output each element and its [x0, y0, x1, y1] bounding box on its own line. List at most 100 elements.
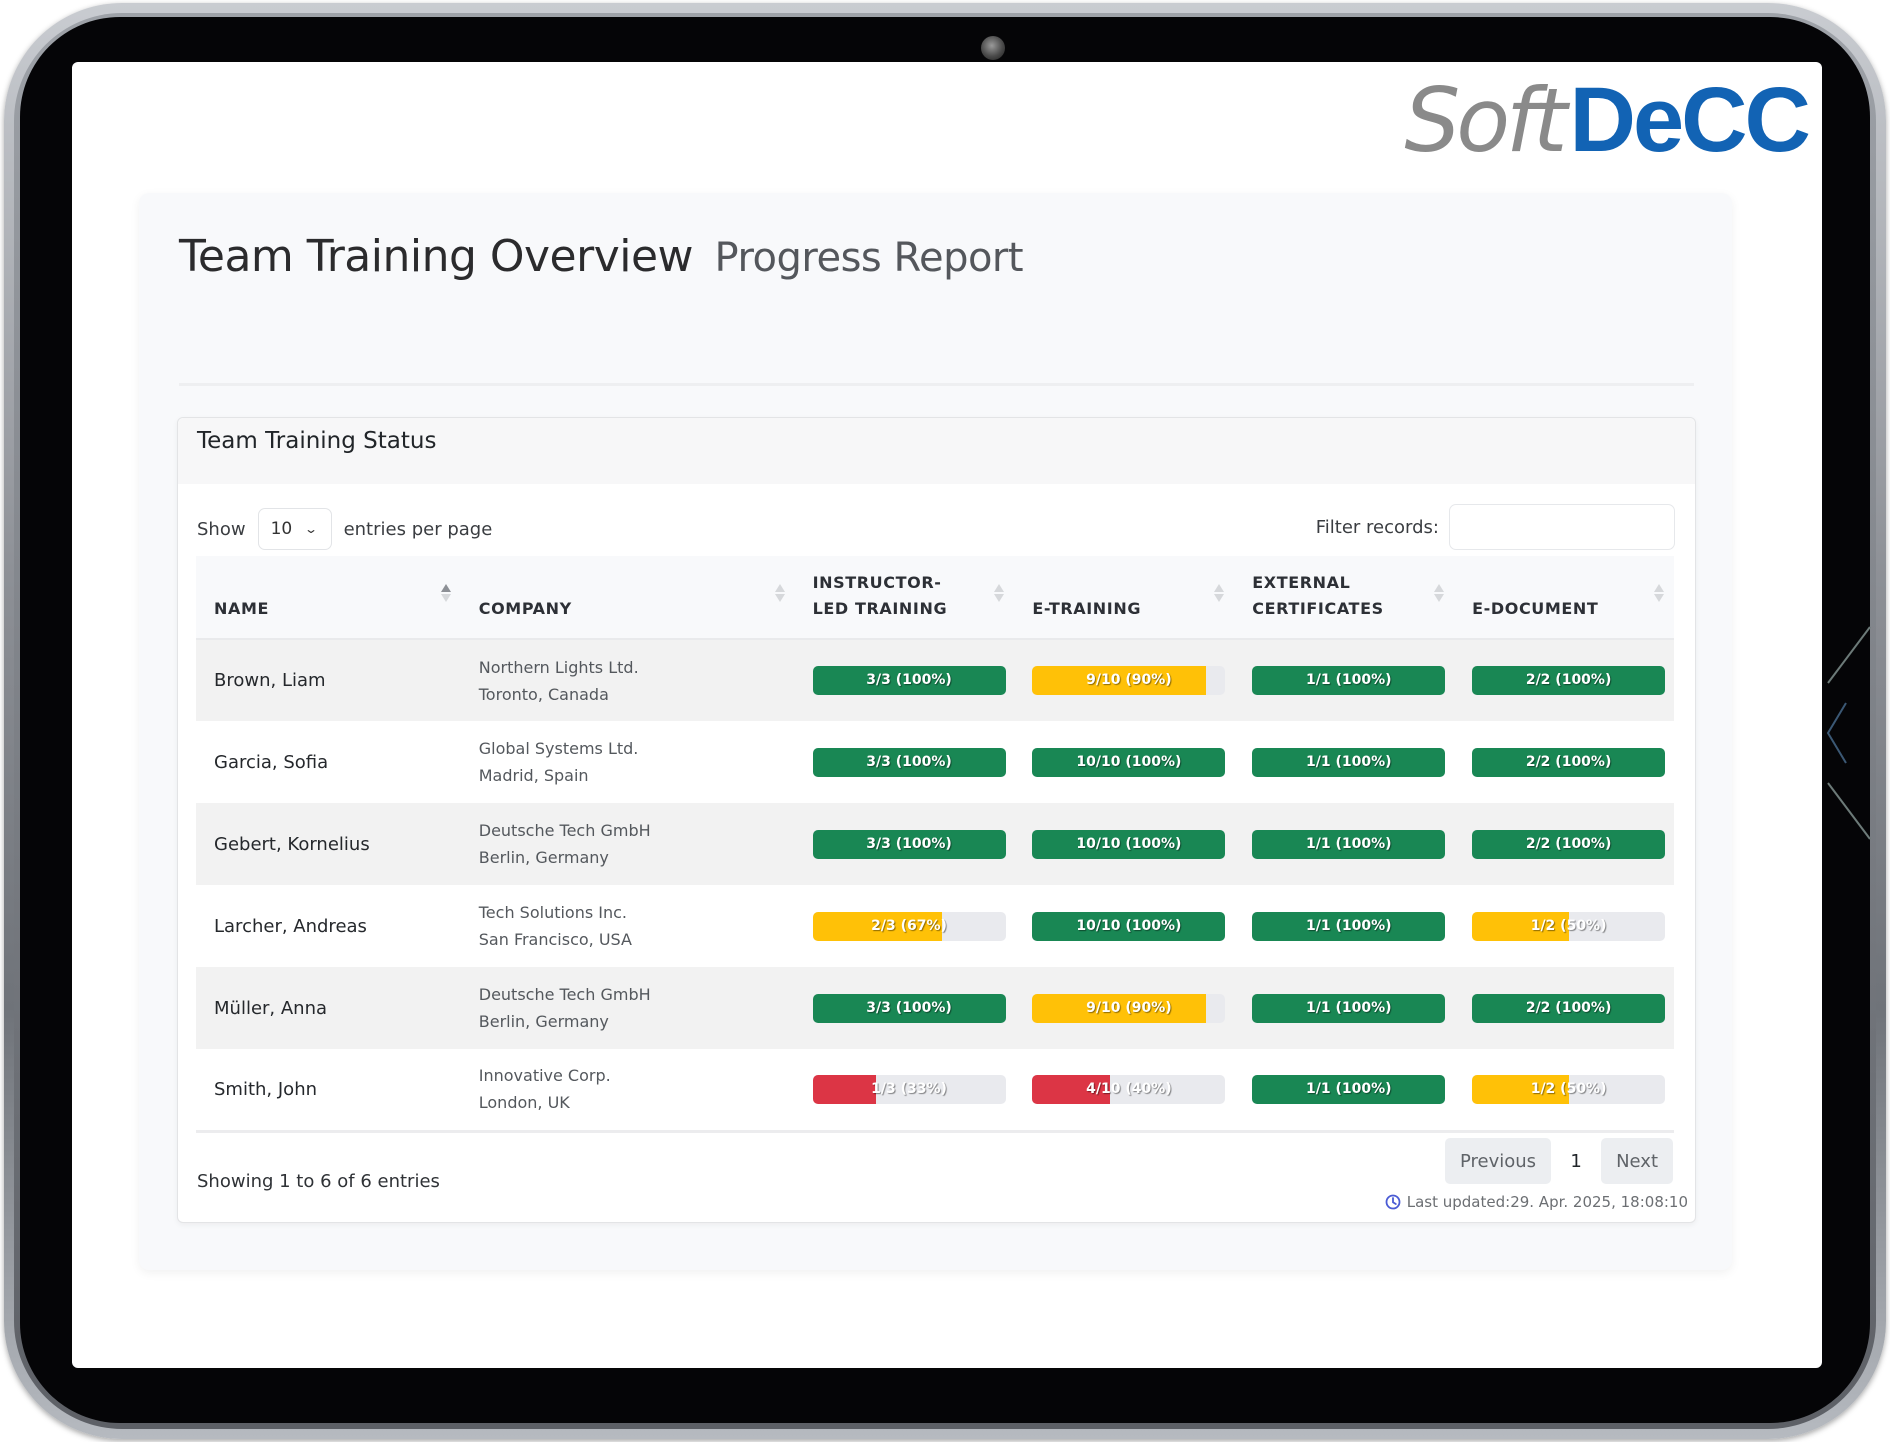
sort-arrows-icon[interactable] [1434, 584, 1445, 606]
edoc-progress-cell: 1/2 (50%) [1454, 885, 1674, 967]
progress-bar: 1/1 (100%) [1252, 993, 1446, 1023]
column-header-label: NAME [214, 599, 270, 618]
company-cell: Deutsche Tech GmbH Berlin, Germany [461, 967, 795, 1049]
current-page-number[interactable]: 1 [1551, 1151, 1601, 1172]
progress-label: 10/10 (100%) [1076, 835, 1182, 852]
camera-icon [981, 36, 1005, 60]
table-row: Larcher, Andreas Tech Solutions Inc. San F… [196, 885, 1674, 967]
progress-label: 4/10 (40%) [1086, 1080, 1172, 1097]
last-updated-value: 29. Apr. 2025, 18:08:10 [1510, 1193, 1688, 1211]
column-header-extcert[interactable]: EXTERNAL CERTIFICATES [1234, 556, 1455, 640]
progress-bar: 2/2 (100%) [1472, 829, 1666, 859]
table-row: Brown, Liam Northern Lights Ltd. Toronto, … [196, 639, 1674, 721]
table-header-row: NAME COMPANY INSTRUCTOR-LED TRAINING E-TRAI… [196, 556, 1674, 640]
filter-control: Filter records: [1316, 504, 1675, 550]
training-status-card: Team Training Status Show 10 ⌄ entries p… [177, 417, 1696, 1223]
edoc-progress-cell: 2/2 (100%) [1454, 967, 1674, 1049]
column-header-label: E-DOCUMENT [1472, 599, 1599, 618]
progress-bar: 1/1 (100%) [1252, 911, 1446, 941]
column-header-label: INSTRUCTOR-LED TRAINING [812, 573, 948, 618]
edoc-progress-cell: 2/2 (100%) [1454, 803, 1674, 885]
extcert-progress-cell: 1/1 (100%) [1234, 639, 1454, 721]
chevron-down-icon: ⌄ [304, 522, 319, 536]
employee-name: Smith, John [196, 1049, 461, 1133]
progress-bar: 4/10 (40%) [1032, 1074, 1226, 1104]
progress-bar: 3/3 (100%) [812, 829, 1006, 859]
card-header: Team Training Status [178, 418, 1695, 484]
company-location: Berlin, Germany [478, 848, 609, 867]
entries-per-page-select[interactable]: 10 ⌄ [257, 508, 332, 550]
table-body: Brown, Liam Northern Lights Ltd. Toronto, … [196, 639, 1674, 1133]
table-row: Smith, John Innovative Corp. London, UK 1/3… [196, 1049, 1674, 1133]
progress-bar: 2/2 (100%) [1472, 747, 1666, 777]
filter-label: Filter records: [1315, 516, 1439, 538]
company-cell: Innovative Corp. London, UK [460, 1049, 795, 1133]
company-name: Northern Lights Ltd. [478, 657, 639, 677]
progress-label: 9/10 (90%) [1086, 999, 1172, 1016]
progress-label: 1/1 (100%) [1305, 1080, 1392, 1097]
progress-bar: 9/10 (90%) [1032, 993, 1226, 1023]
progress-bar: 1/1 (100%) [1252, 1074, 1446, 1104]
progress-bar: 1/2 (50%) [1472, 1074, 1666, 1104]
sort-arrows-icon[interactable] [440, 584, 451, 606]
column-header-company[interactable]: COMPANY [460, 556, 795, 640]
table-row: Gebert, Kornelius Deutsche Tech GmbH Berli… [196, 803, 1674, 885]
progress-bar: 2/2 (100%) [1472, 993, 1666, 1023]
progress-label: 1/2 (50%) [1530, 917, 1607, 934]
bezel-reflection-icon [1826, 626, 1871, 840]
logo-soft-text: Soft [1404, 69, 1567, 172]
progress-label: 1/2 (50%) [1530, 1080, 1607, 1097]
etraining-progress-cell: 9/10 (90%) [1014, 639, 1234, 721]
progress-label: 1/1 (100%) [1305, 917, 1392, 934]
page-title: Team Training Overview Progress Report [179, 231, 1024, 282]
card-title: Team Training Status [197, 428, 437, 454]
sort-arrows-icon[interactable] [1214, 584, 1225, 606]
edoc-progress-cell: 1/2 (50%) [1454, 1049, 1674, 1133]
filter-records-input[interactable] [1449, 504, 1675, 550]
column-header-etraining[interactable]: E-TRAINING [1014, 556, 1235, 640]
clock-icon [1385, 1194, 1401, 1210]
entries-length-control: Show 10 ⌄ entries per page [197, 506, 492, 552]
training-table: NAME COMPANY INSTRUCTOR-LED TRAINING E-TRAI… [196, 556, 1674, 1133]
ilt-progress-cell: 3/3 (100%) [795, 639, 1015, 721]
progress-bar: 2/3 (67%) [812, 911, 1006, 941]
next-page-button[interactable]: Next [1601, 1138, 1673, 1184]
progress-label: 10/10 (100%) [1076, 753, 1182, 770]
progress-label: 1/1 (100%) [1305, 753, 1392, 770]
page-subtitle: Progress Report [714, 235, 1024, 281]
sort-arrows-icon[interactable] [1654, 584, 1664, 606]
ilt-progress-cell: 2/3 (67%) [795, 885, 1015, 967]
table-row: Müller, Anna Deutsche Tech GmbH Berlin, Ge… [196, 967, 1674, 1049]
progress-label: 2/2 (100%) [1525, 672, 1612, 688]
company-location: Madrid, Spain [478, 766, 589, 785]
column-header-name[interactable]: NAME [196, 556, 461, 640]
column-header-label: COMPANY [478, 599, 572, 618]
progress-bar: 10/10 (100%) [1032, 829, 1226, 859]
company-name: Innovative Corp. [478, 1066, 611, 1086]
column-header-ilt[interactable]: INSTRUCTOR-LED TRAINING [794, 556, 1015, 640]
progress-label: 1/3 (33%) [871, 1080, 947, 1097]
sort-arrows-icon[interactable] [994, 584, 1005, 606]
last-updated-label: Last updated: [1406, 1193, 1511, 1211]
company-name: Deutsche Tech GmbH [478, 821, 651, 840]
sort-arrows-icon[interactable] [774, 584, 785, 606]
progress-label: 1/1 (100%) [1305, 672, 1392, 688]
progress-label: 2/3 (67%) [871, 917, 947, 934]
progress-bar: 1/1 (100%) [1252, 666, 1446, 695]
progress-bar: 10/10 (100%) [1032, 911, 1226, 941]
column-header-edoc[interactable]: E-DOCUMENT [1454, 556, 1674, 640]
employee-name: Garcia, Sofia [214, 751, 329, 773]
previous-page-button[interactable]: Previous [1444, 1138, 1552, 1184]
progress-bar: 1/1 (100%) [1252, 747, 1446, 777]
extcert-progress-cell: 1/1 (100%) [1234, 803, 1454, 885]
progress-label: 3/3 (100%) [866, 753, 952, 770]
progress-bar: 3/3 (100%) [812, 993, 1006, 1023]
page-title-main: Team Training Overview [179, 231, 694, 282]
progress-bar: 1/1 (100%) [1252, 829, 1446, 859]
ilt-progress-cell: 3/3 (100%) [795, 721, 1015, 803]
column-header-label: EXTERNAL CERTIFICATES [1252, 573, 1384, 618]
progress-label: 3/3 (100%) [866, 835, 952, 852]
company-location: Toronto, Canada [478, 684, 609, 704]
extcert-progress-cell: 1/1 (100%) [1234, 885, 1454, 967]
entries-suffix-label: entries per page [343, 518, 493, 540]
